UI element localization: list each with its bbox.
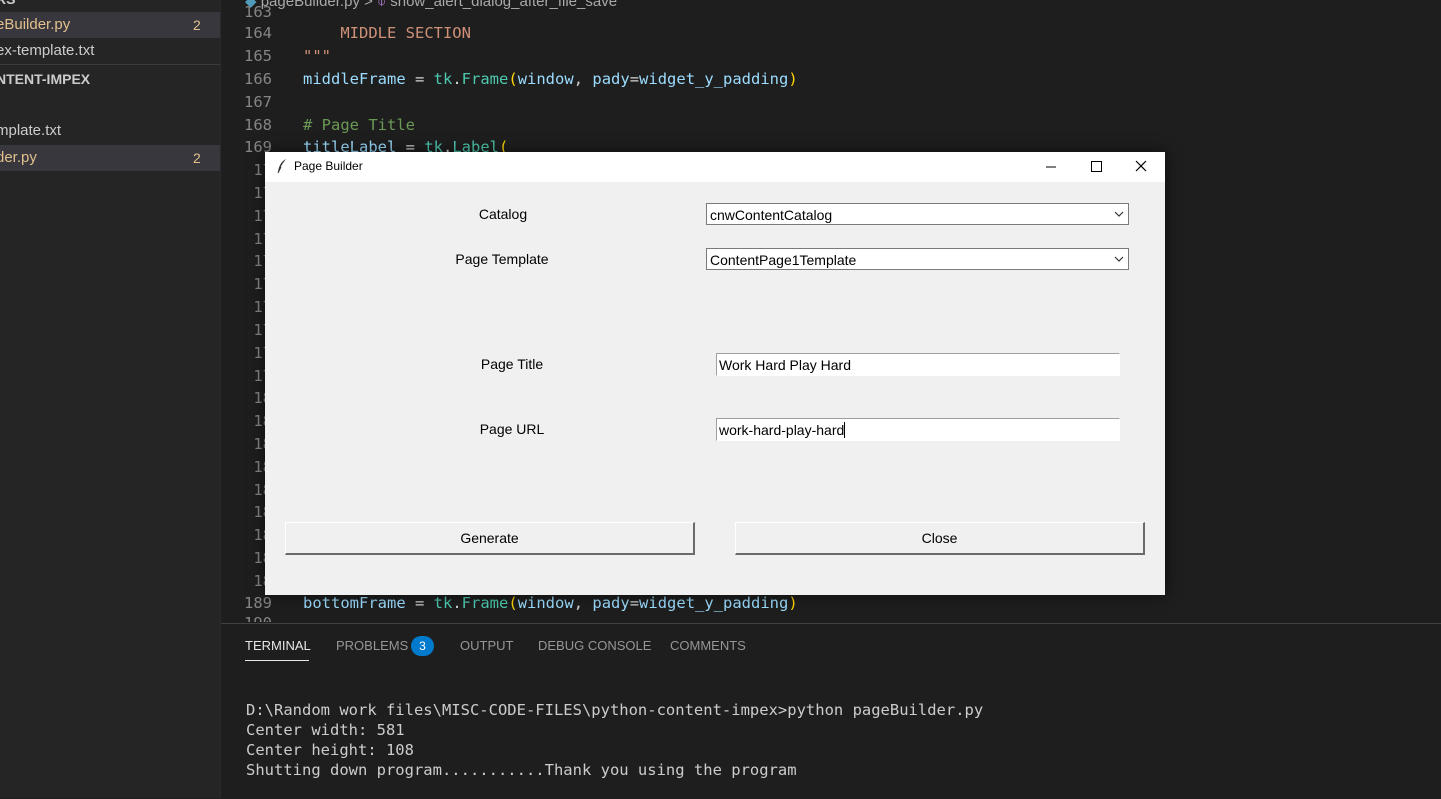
- code-argument: window: [517, 594, 574, 612]
- folder-label: NTENT-IMPEX: [0, 71, 91, 87]
- file-item-label: ex-template.txt: [0, 42, 95, 59]
- file-item-label: der.py: [0, 149, 37, 166]
- code-operator: .: [452, 594, 462, 612]
- code-variable: bottomFrame: [303, 594, 406, 612]
- code-argument: widget_y_padding: [639, 594, 789, 612]
- window-titlebar[interactable]: Page Builder: [265, 152, 1165, 182]
- code-line: 163: [221, 1, 1441, 24]
- file-item-label: mplate.txt: [0, 122, 62, 139]
- page-template-selected-value: ContentPage1Template: [710, 252, 857, 268]
- explorer-header-label: RS: [0, 0, 15, 12]
- code-paren: (: [508, 70, 518, 88]
- catalog-selected-value: cnwContentCatalog: [710, 207, 833, 223]
- code-argument: window: [517, 70, 574, 88]
- code-text: """: [303, 47, 331, 65]
- bottom-panel: TERMINAL PROBLEMS 3 OUTPUT DEBUG CONSOLE…: [221, 623, 1441, 799]
- close-button[interactable]: Close: [735, 522, 1145, 555]
- code-module: tk: [433, 594, 453, 612]
- generate-button[interactable]: Generate: [285, 522, 695, 555]
- line-number: 166: [244, 70, 272, 88]
- code-line: 168 # Page Title: [221, 114, 1441, 137]
- explorer-sidebar: RS eBuilder.py 2 ex-template.txt NTENT-I…: [0, 0, 221, 798]
- maximize-icon: [1091, 161, 1102, 172]
- code-operator: ,: [573, 70, 593, 88]
- tab-problems[interactable]: PROBLEMS: [336, 638, 408, 653]
- code-keyword-arg: pady: [592, 70, 630, 88]
- code-class: Frame: [461, 70, 509, 88]
- file-item-impex-template[interactable]: ex-template.txt: [0, 38, 220, 64]
- code-operator: =: [629, 70, 640, 88]
- code-class: Frame: [461, 594, 509, 612]
- close-window-button[interactable]: [1118, 152, 1163, 182]
- page-template-select[interactable]: ContentPage1Template: [706, 248, 1129, 270]
- code-paren: (: [508, 594, 518, 612]
- code-paren: ): [788, 594, 798, 612]
- code-argument: widget_y_padding: [639, 70, 789, 88]
- problem-count-badge: 2: [193, 150, 201, 166]
- tk-feather-icon: [277, 159, 286, 174]
- close-icon: [1135, 160, 1147, 172]
- code-line: 164 MIDDLE SECTION: [221, 22, 1441, 45]
- code-comment: # Page Title: [303, 116, 415, 134]
- tab-debug-console[interactable]: DEBUG CONSOLE: [538, 638, 651, 653]
- tab-output[interactable]: OUTPUT: [460, 638, 513, 653]
- code-paren: ): [788, 70, 798, 88]
- code-operator: ,: [573, 594, 593, 612]
- page-title-value: Work Hard Play Hard: [719, 357, 852, 373]
- window-title: Page Builder: [294, 159, 363, 173]
- file-item-template-txt[interactable]: mplate.txt: [0, 118, 220, 144]
- folder-header-content-impex[interactable]: NTENT-IMPEX: [0, 66, 220, 92]
- page-url-input[interactable]: work-hard-play-hard: [716, 418, 1120, 441]
- catalog-label: Catalog: [478, 206, 528, 222]
- line-number: 168: [244, 116, 272, 134]
- catalog-select[interactable]: cnwContentCatalog: [706, 203, 1129, 225]
- problems-count-badge: 3: [411, 636, 434, 656]
- code-operator: =: [405, 594, 434, 612]
- problem-count-badge: 2: [193, 17, 201, 33]
- code-keyword-arg: pady: [592, 594, 630, 612]
- tab-comments[interactable]: COMMENTS: [670, 638, 746, 653]
- code-operator: .: [452, 70, 462, 88]
- code-operator: =: [405, 70, 434, 88]
- line-number: 164: [244, 24, 272, 42]
- line-number: 190: [221, 612, 272, 622]
- chevron-down-icon: [1114, 211, 1124, 217]
- file-item-pagebuilder-open[interactable]: eBuilder.py 2: [0, 12, 220, 38]
- code-line: 165 """: [221, 45, 1441, 68]
- page-url-label: Page URL: [479, 421, 545, 437]
- page-title-label: Page Title: [480, 356, 544, 372]
- tab-terminal[interactable]: TERMINAL: [245, 638, 311, 653]
- terminal-line: D:\Random work files\MISC-CODE-FILES\pyt…: [246, 701, 984, 719]
- code-variable: middleFrame: [303, 70, 406, 88]
- page-builder-window: Page Builder Catalog cnwContentCatalog P…: [265, 152, 1165, 595]
- code-line: 190: [221, 612, 1441, 622]
- line-number: 163: [244, 3, 272, 21]
- maximize-button[interactable]: [1073, 152, 1118, 182]
- page-template-label: Page Template: [455, 251, 549, 267]
- terminal-line: Shutting down program...........Thank yo…: [246, 761, 797, 779]
- page-title-input[interactable]: Work Hard Play Hard: [716, 353, 1120, 376]
- terminal-line: Center width: 581: [246, 721, 405, 739]
- code-line: 166 middleFrame = tk.Frame(window, pady=w…: [221, 68, 1441, 91]
- page-url-value: work-hard-play-hard: [719, 422, 845, 438]
- text-caret: [844, 422, 846, 438]
- line-number: 167: [244, 93, 272, 111]
- terminal-line: Center height: 108: [246, 741, 414, 759]
- minimize-icon: [1046, 166, 1056, 168]
- minimize-button[interactable]: [1028, 152, 1073, 182]
- chevron-down-icon: [1114, 256, 1124, 262]
- line-number: 165: [244, 47, 272, 65]
- file-item-label: eBuilder.py: [0, 16, 71, 33]
- active-tab-indicator: [245, 660, 309, 661]
- file-item-pagebuilder[interactable]: der.py 2: [0, 145, 220, 171]
- explorer-header[interactable]: RS: [0, 0, 220, 12]
- code-operator: =: [629, 594, 640, 612]
- code-text: MIDDLE SECTION: [303, 24, 471, 42]
- code-module: tk: [433, 70, 453, 88]
- code-line: 167: [221, 91, 1441, 114]
- section-divider: [0, 64, 220, 65]
